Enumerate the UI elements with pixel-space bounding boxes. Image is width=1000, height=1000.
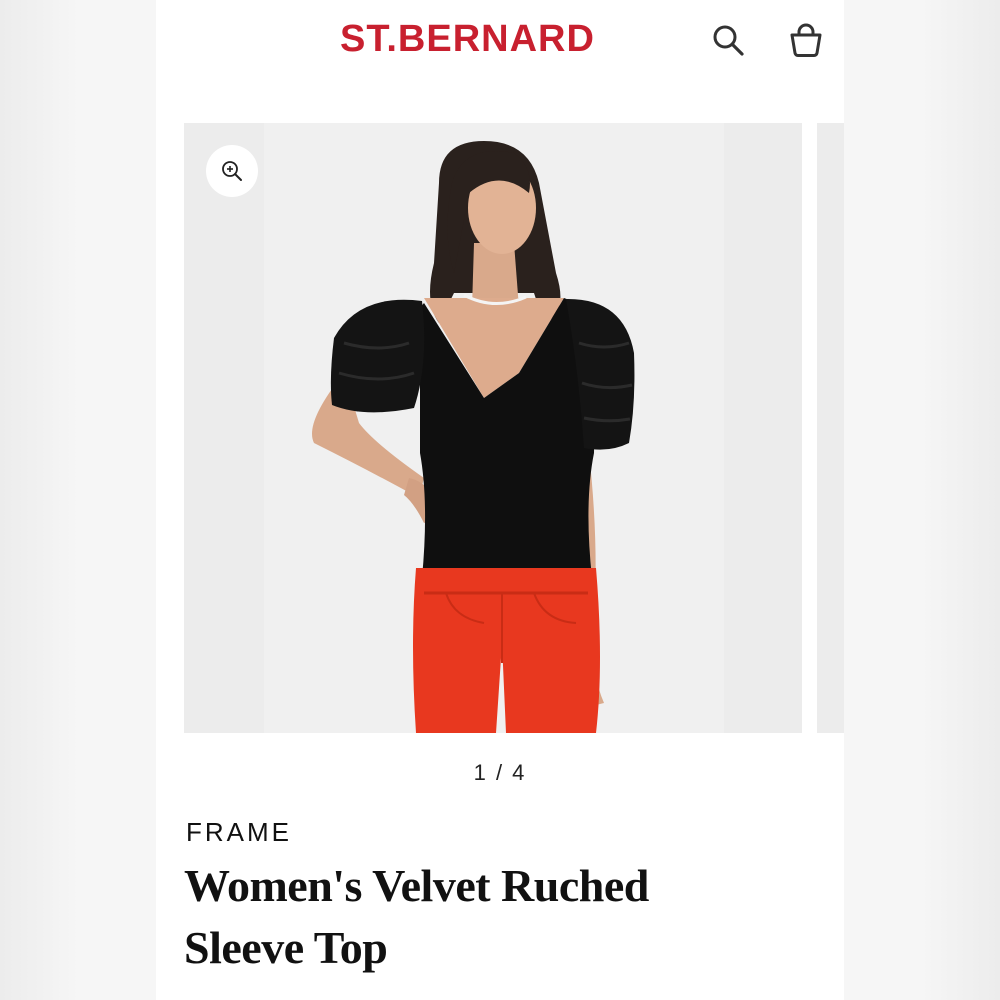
shopping-bag-icon (790, 23, 822, 57)
site-header: ST.BERNARD (156, 0, 844, 80)
mobile-page: ST.BERNARD 1 / 4 FRAME Women's Velvet Ru… (156, 0, 844, 1000)
cart-button[interactable] (786, 20, 826, 60)
product-photo (184, 123, 802, 733)
search-icon (713, 25, 744, 56)
next-slide-peek[interactable] (817, 123, 844, 733)
product-brand[interactable]: FRAME (186, 817, 292, 848)
image-pager: 1 / 4 (473, 760, 527, 785)
zoom-in-icon (222, 161, 242, 181)
product-image-slide[interactable] (184, 123, 802, 733)
store-logo[interactable]: ST.BERNARD (340, 16, 595, 62)
zoom-button[interactable] (206, 145, 258, 197)
search-button[interactable] (708, 20, 748, 60)
product-title: Women's Velvet Ruched Sleeve Top (184, 860, 649, 973)
product-image-carousel[interactable] (184, 123, 844, 733)
